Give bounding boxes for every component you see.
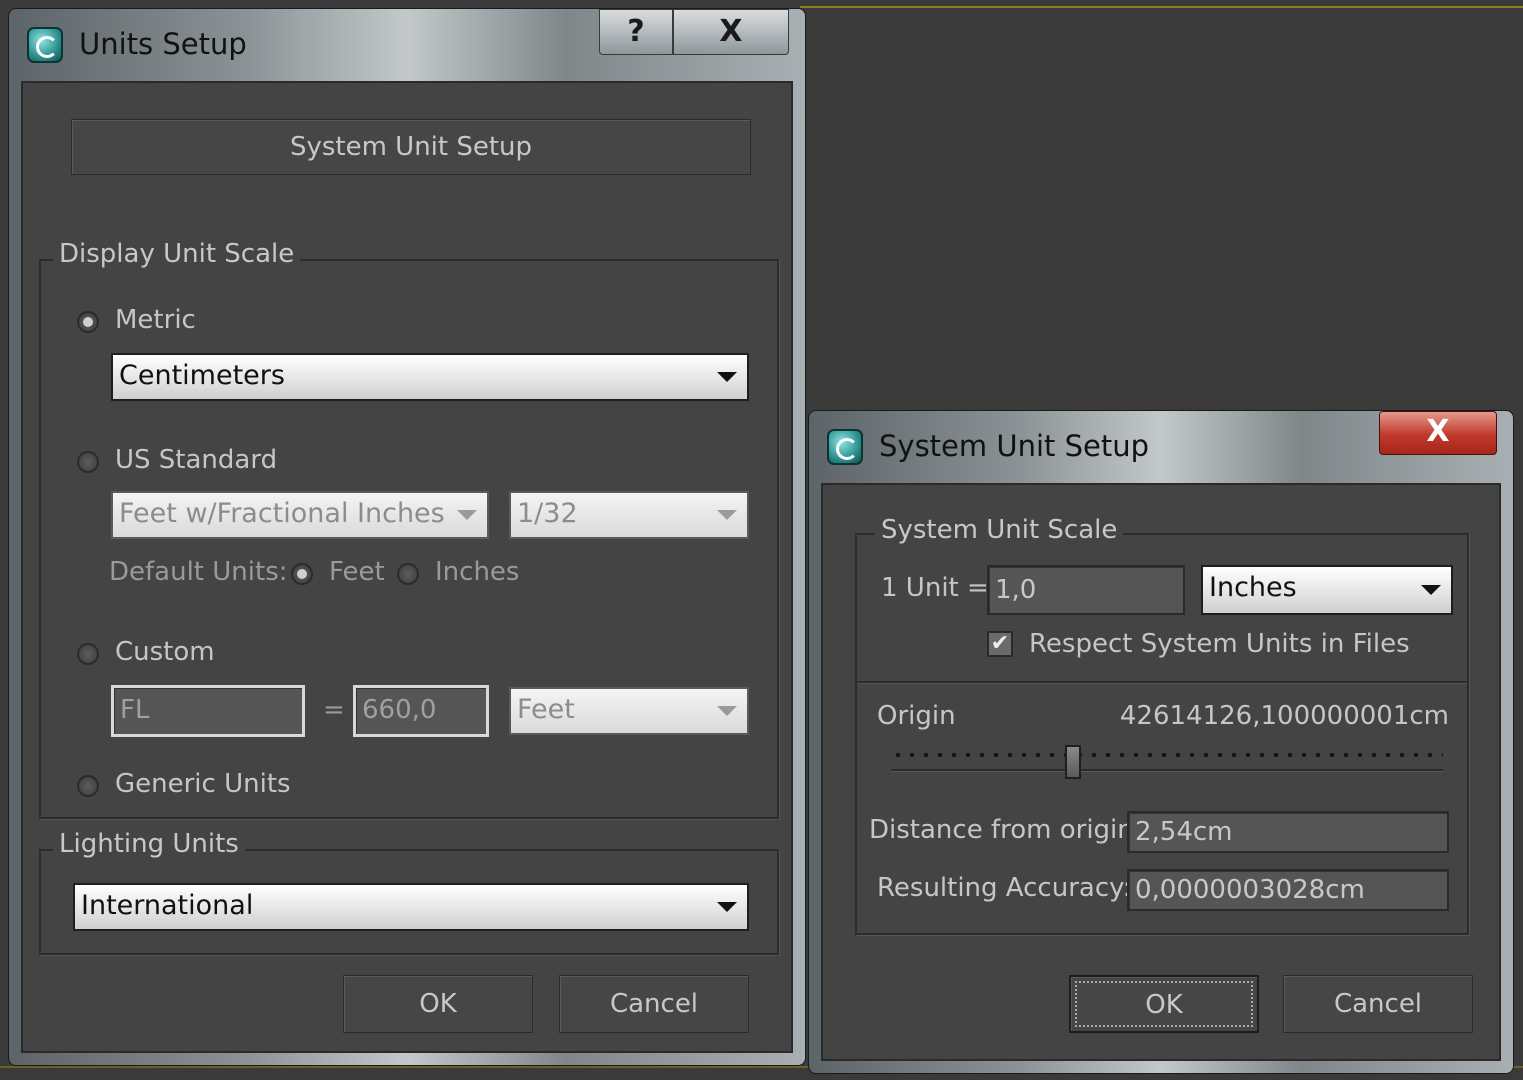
lighting-units-value: International xyxy=(81,890,254,921)
metric-radio[interactable] xyxy=(77,311,99,333)
respect-system-units-checkbox[interactable]: ✔ xyxy=(987,631,1013,657)
help-button[interactable]: ? xyxy=(599,9,673,55)
lighting-units-legend: Lighting Units xyxy=(53,829,245,859)
generic-units-label: Generic Units xyxy=(115,769,291,799)
respect-system-units-label: Respect System Units in Files xyxy=(1029,629,1410,659)
display-unit-scale-legend: Display Unit Scale xyxy=(53,239,301,269)
system-unit-dropdown[interactable]: Inches xyxy=(1201,565,1453,615)
lighting-units-dropdown[interactable]: International xyxy=(73,883,749,931)
system-unit-setup-button[interactable]: System Unit Setup xyxy=(71,119,751,175)
us-standard-radio[interactable] xyxy=(77,451,99,473)
display-unit-scale-group: Display Unit Scale Metric Centimeters US… xyxy=(39,239,779,819)
distance-from-origin-field[interactable]: 2,54cm xyxy=(1127,811,1449,853)
us-standard-dropdown[interactable]: Feet w/Fractional Inches xyxy=(111,491,489,539)
units-setup-titlebar[interactable]: Units Setup ? X xyxy=(9,9,805,81)
app-icon xyxy=(27,27,63,63)
default-inches-label: Inches xyxy=(435,557,520,587)
distance-from-origin-label: Distance from origin: xyxy=(869,815,1143,845)
system-unit-value: Inches xyxy=(1209,572,1297,603)
custom-label: Custom xyxy=(115,637,215,667)
custom-name-field[interactable]: FL xyxy=(111,685,305,737)
resulting-accuracy-field[interactable]: 0,0000003028cm xyxy=(1127,869,1449,911)
default-feet-label: Feet xyxy=(329,557,385,587)
origin-group: Origin 42614126,100000001cm Distance fro… xyxy=(855,681,1469,935)
system-unit-setup-titlebar[interactable]: System Unit Setup X xyxy=(809,411,1513,483)
system-unit-scale-legend: System Unit Scale xyxy=(875,515,1124,545)
us-standard-label: US Standard xyxy=(115,445,278,475)
custom-unit-value: Feet xyxy=(517,694,575,725)
close-button[interactable]: X xyxy=(1379,411,1497,455)
resulting-accuracy-label: Resulting Accuracy: xyxy=(877,873,1132,903)
origin-label: Origin xyxy=(877,701,956,731)
custom-unit-dropdown[interactable]: Feet xyxy=(509,687,749,735)
viewport-border-top xyxy=(800,6,1523,8)
units-setup-dialog: Units Setup ? X System Unit Setup Displa… xyxy=(8,8,806,1066)
one-unit-label: 1 Unit = xyxy=(881,573,989,603)
origin-slider-ticks xyxy=(891,753,1443,757)
system-unit-setup-dialog: System Unit Setup X System Unit Scale 1 … xyxy=(808,410,1514,1074)
default-feet-radio[interactable] xyxy=(291,563,313,585)
cancel-button[interactable]: Cancel xyxy=(1283,975,1473,1033)
chevron-down-icon xyxy=(717,510,737,520)
units-setup-title: Units Setup xyxy=(79,27,247,61)
default-units-label: Default Units: xyxy=(109,557,288,587)
us-standard-value: Feet w/Fractional Inches xyxy=(119,498,445,529)
chevron-down-icon xyxy=(717,902,737,912)
custom-value-field[interactable]: 660,0 xyxy=(353,685,489,737)
custom-equals-label: = xyxy=(323,695,345,725)
metric-units-dropdown[interactable]: Centimeters xyxy=(111,353,749,401)
generic-units-radio[interactable] xyxy=(77,775,99,797)
chevron-down-icon xyxy=(717,706,737,716)
lighting-units-group: Lighting Units International xyxy=(39,829,779,955)
metric-label: Metric xyxy=(115,305,196,335)
cancel-button[interactable]: Cancel xyxy=(559,975,749,1033)
ok-button[interactable]: OK xyxy=(1069,975,1259,1033)
origin-slider-track[interactable] xyxy=(891,769,1443,772)
ok-button[interactable]: OK xyxy=(343,975,533,1033)
system-unit-setup-title: System Unit Setup xyxy=(879,429,1150,463)
us-fraction-dropdown[interactable]: 1/32 xyxy=(509,491,749,539)
chevron-down-icon xyxy=(1421,585,1441,595)
custom-radio[interactable] xyxy=(77,643,99,665)
units-setup-client: System Unit Setup Display Unit Scale Met… xyxy=(21,81,793,1053)
us-fraction-value: 1/32 xyxy=(517,498,578,529)
origin-slider-thumb[interactable] xyxy=(1065,745,1082,779)
chevron-down-icon xyxy=(457,510,477,520)
system-unit-scale-group: System Unit Scale 1 Unit = 1,0 Inches ✔ … xyxy=(855,515,1469,683)
origin-value: 42614126,100000001cm xyxy=(1119,701,1449,731)
metric-units-value: Centimeters xyxy=(119,360,285,391)
default-inches-radio[interactable] xyxy=(397,563,419,585)
system-unit-setup-client: System Unit Scale 1 Unit = 1,0 Inches ✔ … xyxy=(821,483,1501,1061)
close-button[interactable]: X xyxy=(673,9,789,55)
app-icon xyxy=(827,429,863,465)
one-unit-value-field[interactable]: 1,0 xyxy=(987,565,1185,615)
chevron-down-icon xyxy=(717,372,737,382)
